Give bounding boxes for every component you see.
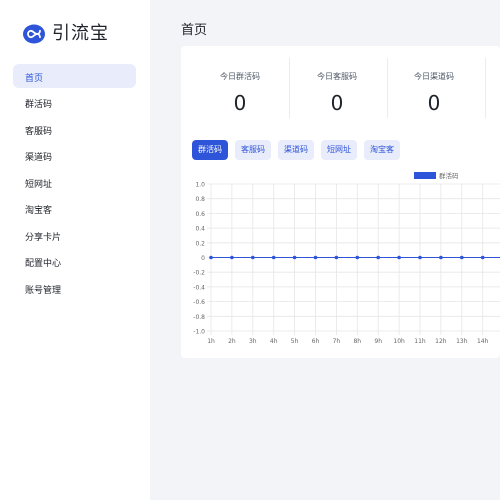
- x-tick-label: 8h: [353, 338, 361, 345]
- sidebar-item-2[interactable]: 客服码: [0, 117, 150, 144]
- sidebar-item-label: 客服码: [25, 126, 53, 137]
- sidebar-item-label: 淘宝客: [25, 206, 53, 217]
- sidebar-item-label: 分享卡片: [25, 232, 62, 243]
- data-point: [271, 255, 276, 260]
- y-tick-label: 0.2: [195, 240, 205, 247]
- x-tick-label: 1h: [207, 338, 215, 345]
- app-logo[interactable]: 引流宝: [22, 22, 109, 46]
- y-tick-label: 0.6: [195, 211, 205, 218]
- sidebar: 引流宝 首页群活码客服码渠道码短网址淘宝客分享卡片配置中心账号管理: [0, 0, 150, 500]
- y-tick-label: 0.4: [195, 226, 205, 233]
- sidebar-item-label: 短网址: [25, 179, 53, 190]
- sidebar-nav: 首页群活码客服码渠道码短网址淘宝客分享卡片配置中心账号管理: [0, 64, 150, 303]
- sidebar-item-5[interactable]: 淘宝客: [0, 197, 150, 224]
- x-tick-label: 12h: [435, 338, 447, 345]
- tab-1[interactable]: 客服码: [235, 140, 271, 160]
- stat-divider: [485, 58, 486, 118]
- y-tick-label: -0.4: [193, 284, 205, 291]
- data-point: [355, 255, 360, 260]
- line-chart: 1.0 0.8 0.6 0.4 0.2 0 -0.2 -0.4 -0.6 -0.8 -1.01h 2h…: [193, 171, 500, 345]
- page-title: 首页: [181, 23, 208, 38]
- sidebar-item-label: 账号管理: [25, 285, 62, 296]
- x-tick-label: 10h: [393, 338, 405, 345]
- stat-value: 0: [330, 91, 344, 115]
- sidebar-item-label: 首页: [25, 73, 44, 84]
- y-tick-label: -1.0: [193, 329, 205, 336]
- data-point: [230, 255, 234, 260]
- data-point: [334, 255, 339, 260]
- data-point: [480, 255, 485, 260]
- tab-3[interactable]: 短网址: [321, 140, 357, 160]
- stat-card-2: 今日渠道码 0: [385, 56, 483, 126]
- infinity-icon: [23, 24, 45, 44]
- y-tick-label: -0.2: [193, 270, 205, 277]
- chart-tabs: 群活码 客服码 渠道码 短网址 淘宝客: [192, 140, 407, 160]
- stat-card-1: 今日客服码 0: [288, 56, 386, 126]
- app-name: 引流宝: [52, 23, 109, 44]
- sidebar-item-4[interactable]: 短网址: [0, 170, 150, 197]
- data-point: [251, 255, 255, 260]
- y-tick-label: 0: [201, 255, 205, 262]
- data-point: [439, 255, 443, 260]
- dashboard-card: 今日群活码 0 今日客服码 0 今日渠道码 0 群活码 客服码 渠道码 短网址 淘宝客 1.0 0.…: [181, 46, 500, 358]
- stat-label: 今日客服码: [317, 72, 357, 81]
- x-tick-label: 14h: [477, 338, 489, 345]
- legend-swatch: [414, 172, 436, 179]
- x-tick-label: 13h: [456, 338, 468, 345]
- sidebar-item-3[interactable]: 渠道码: [0, 144, 150, 171]
- y-tick-label: 0.8: [195, 196, 205, 203]
- sidebar-item-label: 群活码: [25, 100, 53, 111]
- y-tick-label: 1.0: [195, 182, 205, 189]
- x-tick-label: 4h: [270, 338, 278, 345]
- data-point: [376, 255, 380, 260]
- data-point: [313, 255, 318, 260]
- x-tick-label: 9h: [374, 338, 382, 345]
- data-point: [418, 255, 422, 260]
- tab-0[interactable]: 群活码: [192, 140, 228, 160]
- x-tick-label: 11h: [414, 338, 426, 345]
- stat-divider: [387, 58, 388, 118]
- stat-value: 0: [233, 91, 247, 115]
- data-point: [397, 255, 401, 260]
- data-point: [292, 255, 297, 260]
- stat-label: 今日群活码: [220, 72, 260, 81]
- tab-4[interactable]: 淘宝客: [364, 140, 400, 160]
- stat-card-0: 今日群活码 0: [191, 56, 289, 126]
- sidebar-item-label: 渠道码: [25, 153, 53, 164]
- legend-label: 群活码: [439, 171, 459, 180]
- sidebar-item-6[interactable]: 分享卡片: [0, 223, 150, 250]
- data-point: [209, 255, 213, 260]
- sidebar-item-8[interactable]: 账号管理: [0, 276, 150, 303]
- x-tick-label: 5h: [291, 338, 299, 345]
- sidebar-item-label: 配置中心: [25, 259, 62, 270]
- sidebar-item-1[interactable]: 群活码: [0, 91, 150, 118]
- x-tick-label: 6h: [312, 338, 320, 345]
- data-point: [460, 255, 464, 260]
- stat-value: 0: [427, 91, 441, 115]
- x-tick-label: 3h: [249, 338, 257, 345]
- stat-divider: [289, 58, 290, 118]
- y-tick-label: -0.6: [193, 299, 205, 306]
- y-tick-label: -0.8: [193, 314, 205, 321]
- tab-2[interactable]: 渠道码: [278, 140, 314, 160]
- x-tick-label: 2h: [228, 338, 236, 345]
- sidebar-item-0[interactable]: 首页: [0, 64, 150, 91]
- sidebar-item-7[interactable]: 配置中心: [0, 250, 150, 277]
- x-tick-label: 7h: [333, 338, 341, 345]
- stat-label: 今日渠道码: [414, 72, 454, 81]
